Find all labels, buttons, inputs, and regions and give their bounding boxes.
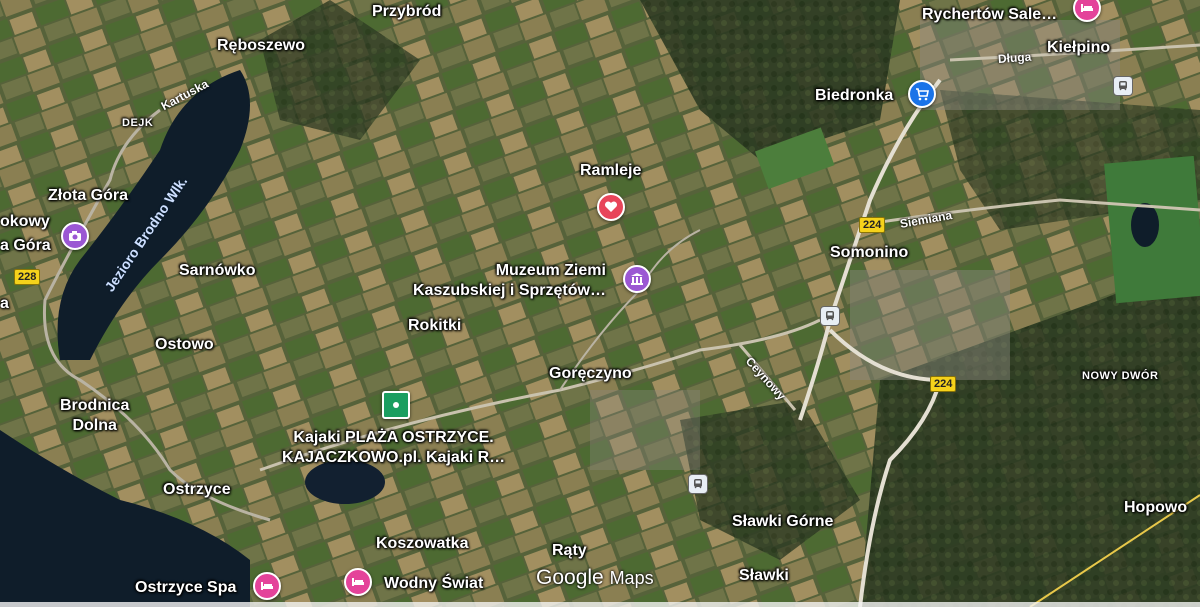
poi-label-wodny-swiat[interactable]: Wodny Świat	[384, 574, 483, 594]
place-label-reboszewo[interactable]: Rębosz­ewo	[217, 36, 305, 56]
place-label-kielpino[interactable]: Kiełpino	[1047, 38, 1110, 58]
train-icon[interactable]	[1113, 76, 1133, 96]
poi-label-muzeum[interactable]: Muzeum Ziemi Kaszubskiej i Sprzętów…	[413, 261, 606, 301]
place-label-slawki[interactable]: Sławki	[739, 566, 789, 586]
google-wordmark: Google	[536, 566, 604, 589]
place-label-dejk[interactable]: DEJK	[122, 116, 153, 130]
park-icon[interactable]	[382, 391, 410, 419]
poi-label-rychertow[interactable]: Rychertów Sale…	[922, 5, 1057, 25]
place-label-hopowo[interactable]: Hopowo	[1124, 498, 1187, 518]
poi-label-cut-bottom[interactable]: a Góra	[0, 236, 51, 256]
attribution-bar	[0, 602, 1200, 607]
satellite-map[interactable]: 228 224 224 Kartuska Długa Siemiana Ceyn…	[0, 0, 1200, 607]
place-label-przybrod[interactable]: Przybród	[372, 2, 441, 22]
road-shield-224: 224	[859, 217, 886, 233]
museum-icon[interactable]	[623, 265, 651, 293]
shopping-cart-icon[interactable]	[908, 80, 936, 108]
road-shield-228: 228	[14, 269, 41, 285]
place-label-somonino[interactable]: Somonino	[830, 243, 908, 263]
place-label-nowy-dwor[interactable]: NOWY DWÓR	[1082, 369, 1158, 383]
place-label-brodnica-dolna[interactable]: Brodnica Dolna	[60, 396, 129, 436]
place-label-rokitki[interactable]: Rokitki	[408, 316, 461, 336]
place-label-ostowo[interactable]: Ostowo	[155, 335, 214, 355]
place-label-koszowatka[interactable]: Koszowatka	[376, 534, 468, 554]
road-label-dluga: Długa	[997, 49, 1032, 66]
poi-label-kajaki[interactable]: Kajaki PLAŻA OSTRZYCE. KAJACZKOWO.pl. Ka…	[282, 428, 505, 468]
place-label-cut[interactable]: a	[0, 294, 9, 314]
place-label-sarnowko[interactable]: Sarnówko	[179, 261, 255, 281]
google-maps-logo: Google Maps	[536, 566, 654, 590]
place-label-ostrzyce[interactable]: Ostrzyce	[163, 480, 231, 500]
train-icon[interactable]	[820, 306, 840, 326]
place-label-zlota-gora[interactable]: Złota Góra	[48, 186, 128, 206]
bed-icon[interactable]	[253, 572, 281, 600]
poi-label-biedronka[interactable]: Biedronka	[815, 86, 893, 106]
poi-label-ostrzyce-spa[interactable]: Ostrzyce Spa	[135, 578, 236, 598]
place-label-raty[interactable]: Rąty	[552, 541, 587, 561]
place-label-ramleje[interactable]: Ramleje	[580, 161, 641, 181]
train-icon[interactable]	[688, 474, 708, 494]
road-shield-224: 224	[930, 376, 957, 392]
place-label-goreczyno[interactable]: Goręczyno	[549, 364, 632, 384]
place-label-slawki-gorne[interactable]: Sławki Górne	[732, 512, 833, 532]
poi-label-cut-top[interactable]: okowy	[0, 212, 50, 232]
bed-icon[interactable]	[344, 568, 372, 596]
camera-icon[interactable]	[61, 222, 89, 250]
heart-icon[interactable]	[597, 193, 625, 221]
maps-wordmark: Maps	[609, 568, 654, 588]
